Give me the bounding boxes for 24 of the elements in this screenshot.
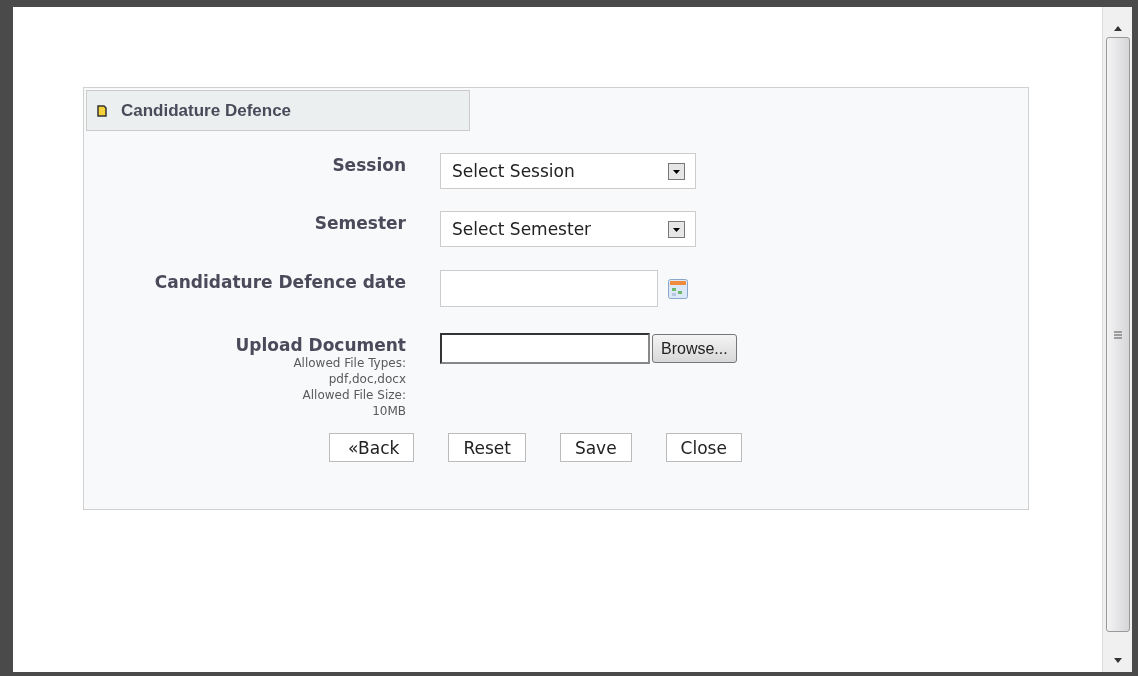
grip-icon xyxy=(1113,330,1122,339)
form-button[interactable]: «Back xyxy=(329,433,415,462)
field-label: Upload Document xyxy=(235,335,406,355)
hint-text: pdf,doc,docx xyxy=(328,371,406,387)
dropdown[interactable]: Select Session xyxy=(440,153,696,189)
scrollbar-thumb[interactable] xyxy=(1105,37,1130,632)
document-icon xyxy=(97,104,107,117)
field-label: Candidature Defence date xyxy=(154,272,406,292)
scroll-up-icon[interactable] xyxy=(1112,25,1123,31)
date-input-field[interactable] xyxy=(440,270,658,307)
form-button[interactable]: Save xyxy=(559,433,632,462)
scrollbar[interactable] xyxy=(1102,7,1132,672)
browse-button[interactable]: Browse... xyxy=(652,334,737,363)
field-label: Semester xyxy=(314,213,406,233)
hint-text: 10MB xyxy=(372,403,406,419)
panel-title: Candidature Defence xyxy=(121,100,292,121)
hint-text: Allowed File Types: xyxy=(293,355,406,371)
dropdown[interactable]: Select Semester xyxy=(440,211,696,247)
file-path-field[interactable] xyxy=(440,333,650,364)
form-button[interactable]: Close xyxy=(665,433,742,462)
form-button[interactable]: Reset xyxy=(448,433,526,462)
field-label: Session xyxy=(332,155,406,175)
hint-text: Allowed File Size: xyxy=(302,387,406,403)
scroll-down-icon[interactable] xyxy=(1112,658,1123,664)
